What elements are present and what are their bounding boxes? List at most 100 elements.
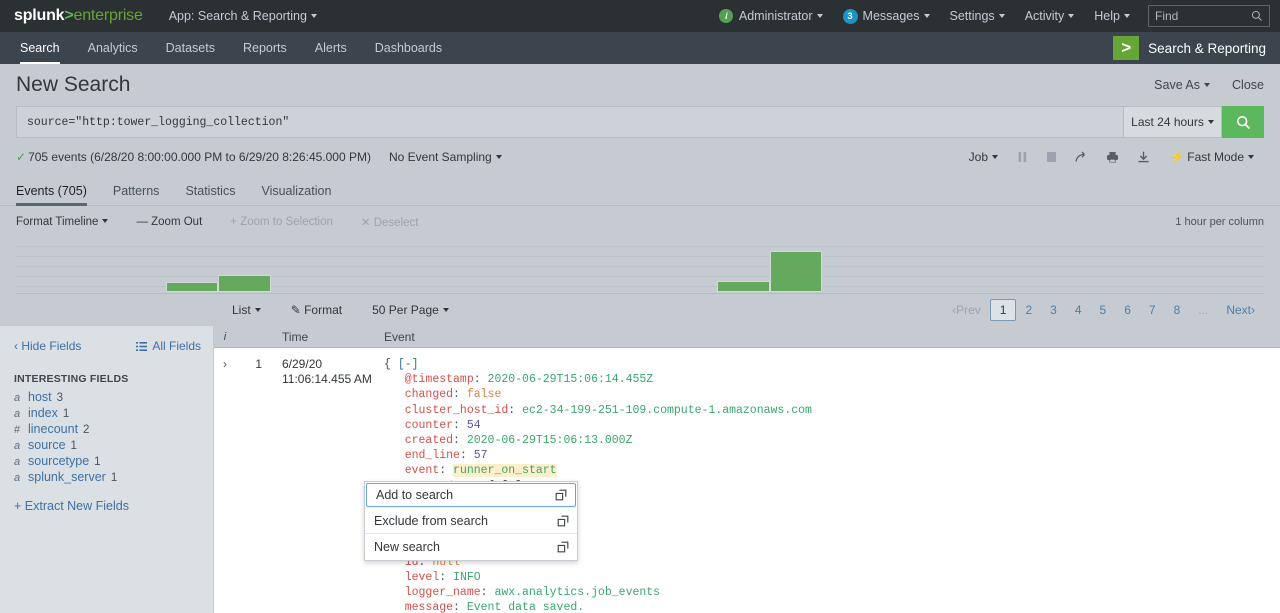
- column-header-event: Event: [384, 329, 415, 344]
- lightning-icon: ⚡: [1169, 150, 1184, 164]
- search-input-wrapper[interactable]: source="http:tower_logging_collection": [16, 106, 1124, 138]
- tab-statistics[interactable]: Statistics: [172, 184, 248, 205]
- time-range-picker[interactable]: Last 24 hours: [1124, 106, 1222, 138]
- search-input[interactable]: source="http:tower_logging_collection": [27, 116, 289, 129]
- timeline-bar[interactable]: [165, 281, 219, 292]
- popup-new-search[interactable]: New search: [365, 534, 577, 560]
- find-input[interactable]: Find: [1155, 9, 1251, 23]
- extract-new-fields-button[interactable]: + Extract New Fields: [0, 485, 213, 513]
- pagination-page-1[interactable]: 1: [989, 299, 1017, 321]
- results-tabs: Events (705) Patterns Statistics Visuali…: [0, 176, 1280, 206]
- timeline-bar[interactable]: [717, 280, 770, 292]
- pagination-page-4[interactable]: 4: [1066, 299, 1091, 321]
- splunk-logo[interactable]: splunk>enterprise: [14, 7, 143, 25]
- external-link-icon[interactable]: [555, 489, 567, 501]
- field-item-sourcetype[interactable]: a sourcetype 1: [0, 453, 213, 469]
- chevron-down-icon: [102, 219, 109, 224]
- popup-add-to-search[interactable]: Add to search: [366, 483, 576, 507]
- expand-row-icon[interactable]: ›: [214, 357, 236, 613]
- stop-icon[interactable]: [1037, 151, 1066, 163]
- nav-item-reports[interactable]: Reports: [229, 32, 301, 64]
- nav-label: Analytics: [87, 41, 138, 55]
- all-fields-button[interactable]: All Fields: [136, 339, 201, 353]
- pagination-page-2[interactable]: 2: [1016, 299, 1041, 321]
- help-menu[interactable]: Help: [1084, 0, 1140, 32]
- app-brand[interactable]: > Search & Reporting: [1113, 32, 1280, 64]
- activity-menu[interactable]: Activity: [1015, 0, 1085, 32]
- per-page-menu[interactable]: 50 Per Page: [372, 303, 449, 317]
- chevron-down-icon: [816, 13, 823, 18]
- chevron-down-icon: [1204, 83, 1211, 88]
- user-menu[interactable]: i Administrator: [709, 0, 832, 32]
- tab-label: Patterns: [112, 184, 160, 198]
- save-as-button[interactable]: Save As: [1154, 78, 1211, 92]
- share-icon[interactable]: [1066, 151, 1097, 163]
- field-item-splunk-server[interactable]: a splunk_server 1: [0, 469, 213, 485]
- field-count: 1: [94, 456, 101, 468]
- print-icon[interactable]: [1097, 151, 1128, 163]
- job-menu[interactable]: Job: [959, 150, 1008, 164]
- field-item-index[interactable]: a index 1: [0, 405, 213, 421]
- extract-new-fields-label: Extract New Fields: [24, 499, 129, 513]
- field-item-host[interactable]: a host 3: [0, 389, 213, 405]
- export-icon[interactable]: [1128, 151, 1159, 163]
- field-item-linecount[interactable]: # linecount 2: [0, 421, 213, 437]
- pause-icon[interactable]: [1008, 151, 1037, 163]
- pagination-page-3[interactable]: 3: [1041, 299, 1066, 321]
- zoom-to-selection-button: + Zoom to Selection: [230, 216, 333, 228]
- event-sampling-menu[interactable]: No Event Sampling: [389, 150, 502, 164]
- timeline-chart[interactable]: [16, 240, 1264, 294]
- timeline-bar[interactable]: [769, 250, 823, 292]
- close-button[interactable]: Close: [1232, 78, 1264, 92]
- format-button[interactable]: ✎ Format: [291, 303, 342, 317]
- field-count: 1: [70, 440, 77, 452]
- app-context-menu[interactable]: App: Search & Reporting: [169, 9, 317, 23]
- nav-item-search[interactable]: Search: [6, 32, 74, 64]
- field-count: 3: [56, 392, 64, 404]
- pagination-page-5[interactable]: 5: [1091, 299, 1116, 321]
- timeline-controls: Format Timeline — Zoom Out + Zoom to Sel…: [0, 208, 1280, 236]
- deselect-label: Deselect: [373, 217, 419, 229]
- app-brand-label: Search & Reporting: [1148, 40, 1266, 56]
- field-name: splunk_server: [28, 470, 106, 484]
- info-icon: i: [719, 9, 734, 23]
- search-mode-menu[interactable]: ⚡ Fast Mode: [1159, 150, 1264, 164]
- check-icon: ✓: [16, 150, 27, 164]
- chevron-down-icon: [254, 308, 261, 313]
- nav-item-datasets[interactable]: Datasets: [152, 32, 229, 64]
- settings-menu[interactable]: Settings: [940, 0, 1015, 32]
- field-item-source[interactable]: a source 1: [0, 437, 213, 453]
- nav-item-dashboards[interactable]: Dashboards: [361, 32, 456, 64]
- find-input-wrapper[interactable]: Find: [1148, 5, 1270, 27]
- field-count: 1: [110, 472, 118, 484]
- external-link-icon[interactable]: [557, 515, 569, 527]
- pagination-page-6[interactable]: 6: [1115, 299, 1140, 321]
- tab-events[interactable]: Events (705): [16, 184, 100, 206]
- search-icon: [1236, 115, 1250, 129]
- popup-exclude-from-search[interactable]: Exclude from search: [365, 508, 577, 534]
- tab-visualization[interactable]: Visualization: [248, 184, 344, 205]
- nav-item-alerts[interactable]: Alerts: [301, 32, 361, 64]
- zoom-out-button[interactable]: — Zoom Out: [136, 216, 202, 228]
- pagination-page-7[interactable]: 7: [1140, 299, 1165, 321]
- pagination-next[interactable]: Next ›: [1217, 299, 1264, 321]
- page-header-actions: Save As Close: [1154, 78, 1264, 92]
- zoom-out-label: Zoom Out: [151, 216, 203, 228]
- plus-icon: +: [230, 216, 237, 228]
- nav-item-analytics[interactable]: Analytics: [74, 32, 152, 64]
- pagination-page-8[interactable]: 8: [1165, 299, 1190, 321]
- gridline: [16, 266, 1264, 267]
- tab-patterns[interactable]: Patterns: [100, 184, 173, 205]
- popup-item-label: Exclude from search: [374, 513, 488, 528]
- format-timeline-menu[interactable]: Format Timeline: [16, 216, 109, 228]
- external-link-icon[interactable]: [557, 541, 569, 553]
- run-search-button[interactable]: [1222, 106, 1264, 138]
- all-fields-label: All Fields: [152, 339, 201, 353]
- per-page-label: 50 Per Page: [372, 303, 439, 317]
- pagination-ellipsis: ...: [1198, 303, 1209, 317]
- timeline-bar[interactable]: [218, 274, 271, 292]
- field-type-icon: #: [14, 424, 21, 436]
- messages-menu[interactable]: 3 Messages: [833, 0, 940, 32]
- hide-fields-button[interactable]: ‹ Hide Fields: [14, 339, 81, 353]
- list-view-menu[interactable]: List: [232, 303, 261, 317]
